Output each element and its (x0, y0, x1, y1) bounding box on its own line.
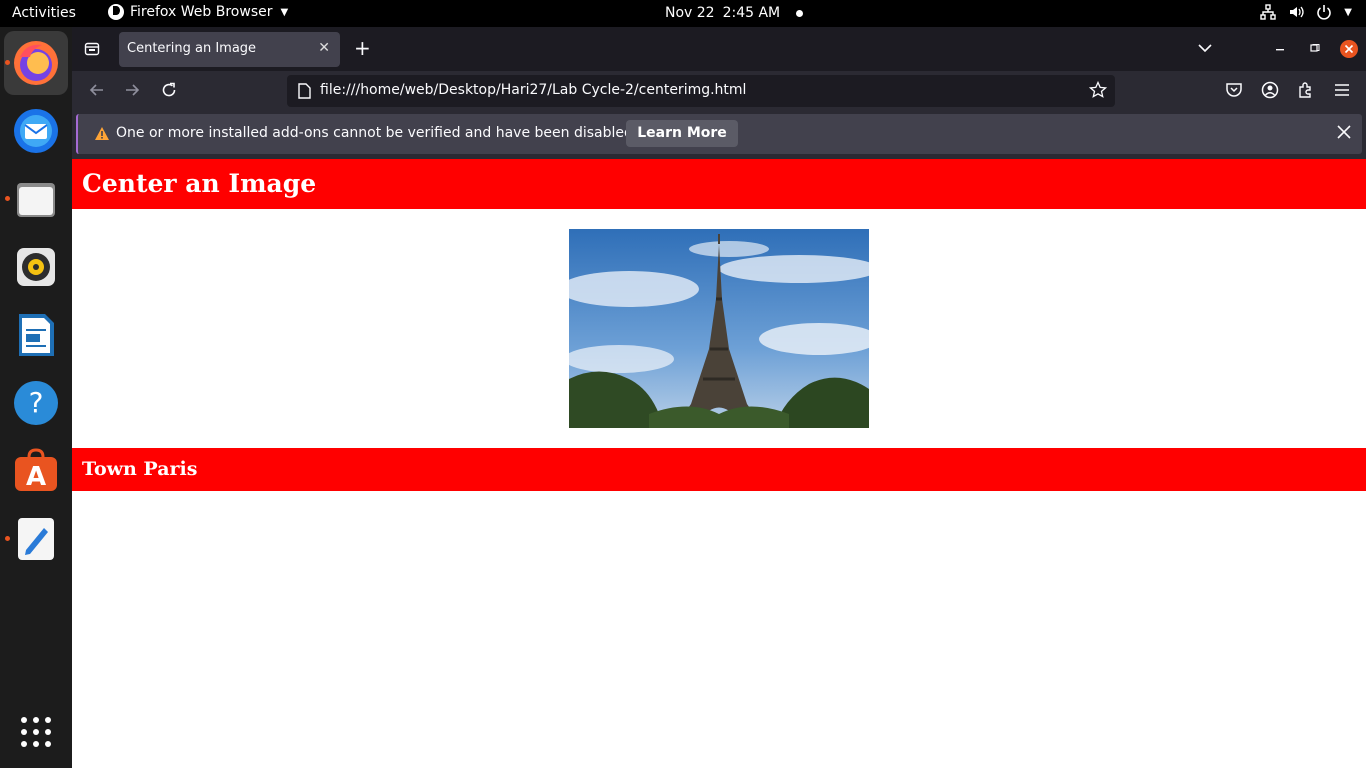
activities-button[interactable]: Activities (12, 5, 76, 21)
reload-icon[interactable] (160, 81, 178, 99)
nav-toolbar: file:///home/web/Desktop/Hari27/Lab Cycl… (72, 71, 1366, 111)
url-bar[interactable]: file:///home/web/Desktop/Hari27/Lab Cycl… (287, 75, 1115, 107)
running-indicator-icon (5, 536, 10, 541)
firefox-small-icon (108, 4, 124, 20)
tab-title: Centering an Image (127, 41, 257, 56)
show-apps-icon (21, 717, 51, 747)
app-menu-label: Firefox Web Browser (130, 4, 273, 20)
url-text: file:///home/web/Desktop/Hari27/Lab Cycl… (320, 82, 747, 98)
maximize-icon[interactable] (1310, 44, 1320, 54)
learn-more-button[interactable]: Learn More (626, 120, 738, 147)
text-editor-icon (18, 518, 54, 560)
clock-date: Nov 22 (665, 5, 715, 21)
menu-icon[interactable] (1333, 81, 1351, 99)
close-window-icon[interactable] (1340, 40, 1358, 58)
addon-warning: One or more installed add-ons cannot be … (76, 114, 1362, 154)
chevron-down-icon: ▼ (280, 6, 289, 18)
pocket-icon[interactable] (1225, 81, 1243, 99)
dock-firefox[interactable] (4, 31, 68, 95)
svg-text:?: ? (29, 386, 44, 419)
network-icon (1260, 4, 1276, 20)
firefox-view-icon[interactable] (84, 41, 100, 57)
eiffel-tower-image (569, 229, 869, 428)
account-icon[interactable] (1261, 81, 1279, 99)
libreoffice-writer-icon (19, 314, 54, 356)
page-content: Center an Image Town Paris (72, 159, 1366, 768)
new-tab-icon[interactable]: + (354, 36, 371, 60)
dock: ? A (0, 27, 72, 768)
dock-writer[interactable] (4, 303, 68, 367)
running-indicator-icon (5, 196, 10, 201)
firefox-icon (14, 41, 58, 85)
bookmark-star-icon[interactable] (1089, 81, 1107, 99)
files-icon (17, 183, 55, 217)
close-notification-icon[interactable] (1336, 124, 1352, 140)
dock-help[interactable]: ? (4, 371, 68, 435)
tab-bar: Centering an Image ✕ + (72, 27, 1366, 71)
app-menu[interactable]: Firefox Web Browser ▼ (108, 4, 288, 20)
minimize-icon[interactable] (1276, 49, 1286, 51)
help-icon: ? (14, 381, 58, 425)
dock-thunderbird[interactable] (4, 99, 68, 163)
tab-centering-image[interactable]: Centering an Image ✕ (119, 32, 340, 67)
warning-icon (95, 127, 109, 140)
extensions-icon[interactable] (1297, 81, 1315, 99)
running-indicator-icon (5, 60, 10, 65)
page-heading: Center an Image (72, 159, 1366, 209)
show-applications-button[interactable] (4, 700, 68, 764)
dock-text-editor[interactable] (4, 507, 68, 571)
page-icon (298, 83, 311, 99)
caption-heading: Town Paris (72, 448, 1366, 491)
notification-message: One or more installed add-ons cannot be … (116, 125, 638, 141)
back-icon[interactable] (88, 81, 106, 99)
list-tabs-icon[interactable] (1198, 43, 1212, 53)
system-top-bar: Activities Firefox Web Browser ▼ Nov 22 … (0, 0, 1366, 27)
power-icon (1317, 5, 1332, 20)
svg-text:A: A (26, 462, 46, 492)
clock[interactable]: Nov 22 2:45 AM (665, 5, 804, 21)
system-tray[interactable]: ▼ (1260, 4, 1352, 20)
dock-app-center[interactable]: A (4, 439, 68, 503)
app-center-icon: A (15, 448, 57, 492)
forward-icon[interactable] (123, 81, 141, 99)
firefox-window: Centering an Image ✕ + file:///home/web/… (72, 27, 1366, 768)
close-tab-icon[interactable]: ✕ (318, 40, 330, 56)
rhythmbox-icon (17, 248, 55, 286)
volume-icon (1290, 6, 1304, 18)
notification-dot-icon (796, 9, 804, 17)
chevron-down-icon: ▼ (1344, 6, 1352, 18)
thunderbird-icon (14, 109, 58, 153)
clock-time: 2:45 AM (722, 5, 781, 21)
dock-files[interactable] (4, 167, 68, 231)
dock-rhythmbox[interactable] (4, 235, 68, 299)
notification-bar: One or more installed add-ons cannot be … (72, 111, 1366, 159)
